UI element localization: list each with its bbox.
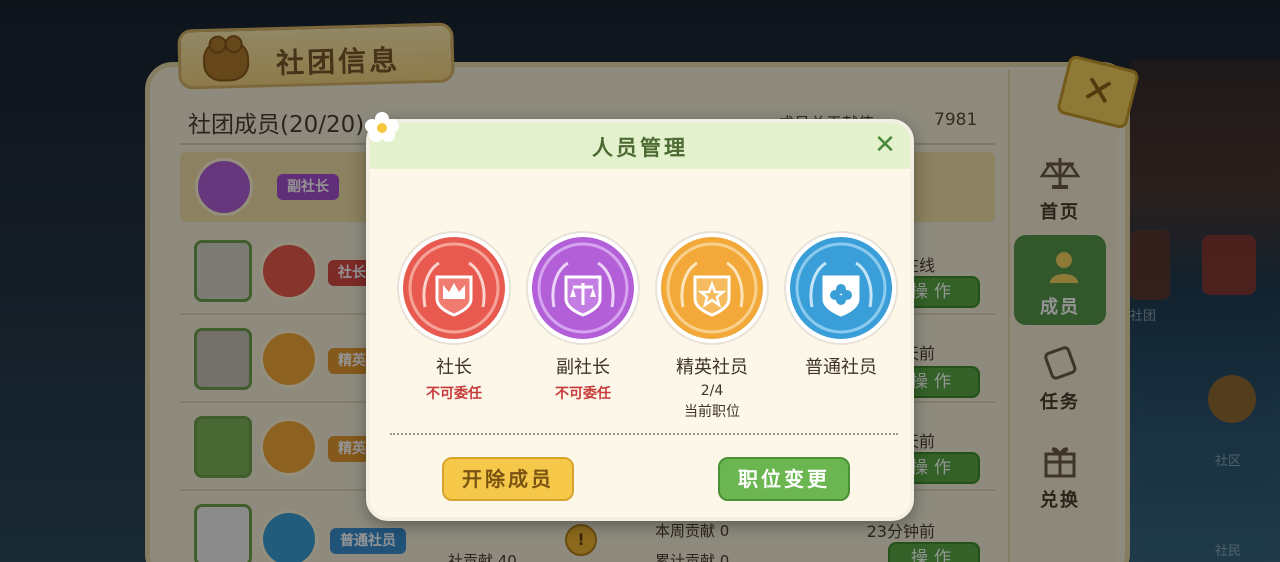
role-option-elite-member[interactable]: 精英社员 2/4 当前职位 (652, 233, 772, 421)
flower-icon (365, 112, 399, 142)
role-restriction: 不可委任 (555, 386, 611, 402)
role-name: 普通社员 (805, 357, 877, 378)
dialog-divider (390, 433, 898, 435)
role-option-vice-leader[interactable]: 副社长 不可委任 (523, 233, 643, 403)
dialog-title: 人员管理 (592, 136, 688, 160)
role-slot-count: 2/4 (700, 383, 724, 399)
role-name: 精英社员 (676, 357, 748, 378)
scales-icon (528, 233, 638, 343)
crown-icon (399, 233, 509, 343)
role-name: 社长 (436, 357, 472, 378)
role-option-regular-member[interactable]: 普通社员 (781, 233, 901, 379)
role-name: 副社长 (556, 357, 610, 378)
dialog-header: 人员管理 ✕ (370, 123, 910, 169)
change-position-button[interactable]: 职位变更 (718, 457, 850, 501)
current-position-label: 当前职位 (684, 404, 740, 420)
star-icon (657, 233, 767, 343)
close-icon[interactable]: ✕ (870, 130, 900, 160)
kick-member-button[interactable]: 开除成员 (442, 457, 574, 501)
personnel-management-dialog: 人员管理 ✕ 社长 不可委任 副社长 不可委任 精英社员 2/4 当前职位 普通… (366, 119, 914, 521)
role-option-leader[interactable]: 社长 不可委任 (394, 233, 514, 403)
clover-icon (786, 233, 896, 343)
role-restriction: 不可委任 (426, 386, 482, 402)
